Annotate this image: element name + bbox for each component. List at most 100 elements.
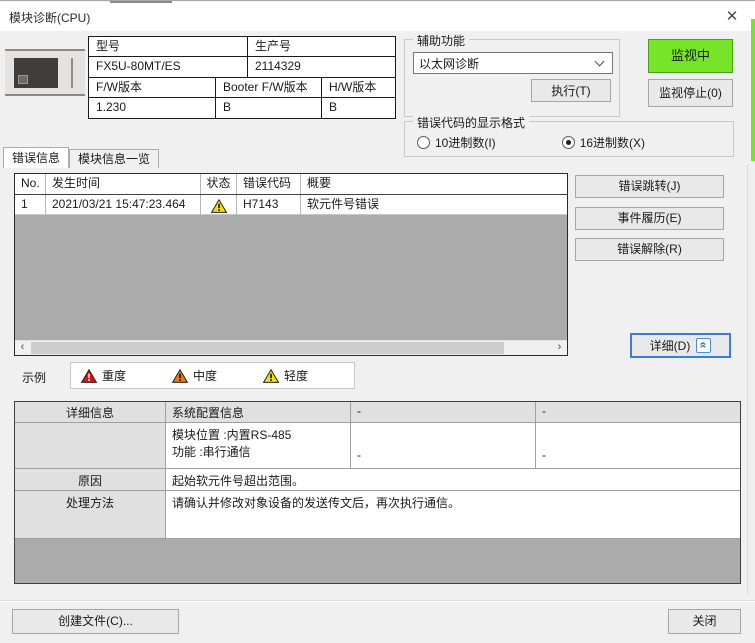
aux-function-label: 辅助功能: [413, 32, 469, 49]
radio-circle-icon: [417, 136, 430, 149]
background-window-edge: [747, 164, 748, 594]
hw-version-label: H/W版本: [322, 78, 395, 98]
radio-decimal-label: 10进制数(I): [435, 134, 496, 151]
error-no: 1: [15, 195, 46, 215]
tab-error-info[interactable]: 错误信息: [3, 147, 69, 168]
col-header-summary: 概要: [301, 174, 567, 194]
chevron-down-icon: [595, 57, 605, 67]
serial-label: 生产号: [248, 37, 395, 57]
monitor-stop-button[interactable]: 监视停止(0): [648, 79, 733, 107]
dash-cell: -: [536, 423, 740, 468]
radio-hexadecimal[interactable]: 16进制数(X): [562, 134, 645, 151]
detail-row-cause: 原因 起始软元件号超出范围。: [15, 469, 740, 491]
module-slot-graphic: [71, 58, 73, 88]
error-code: H7143: [237, 195, 301, 215]
error-summary: 软元件号错误: [301, 195, 567, 215]
detail-table-empty-area: [15, 539, 740, 583]
radio-decimal[interactable]: 10进制数(I): [417, 134, 496, 151]
legend-minor-label: 轻度: [284, 367, 308, 384]
create-file-button[interactable]: 创建文件(C)...: [12, 609, 179, 634]
execute-button[interactable]: 执行(T): [531, 79, 611, 102]
legend-item-minor: 轻度: [263, 367, 308, 384]
legend-item-severe: 重度: [81, 367, 126, 384]
background-window-artifact: [110, 1, 172, 3]
model-value: FX5U-80MT/ES: [89, 57, 248, 77]
serial-value: 2114329: [248, 57, 395, 77]
aux-function-group: 辅助功能 以太网诊断 执行(T): [404, 39, 620, 117]
error-table-header: No. 发生时间 状态 错误代码 概要: [15, 174, 567, 195]
detail-toggle-button[interactable]: 详细(D) «: [630, 333, 731, 358]
module-info-table: 型号 生产号 FX5U-80MT/ES 2114329 F/W版本 Booter…: [88, 36, 396, 119]
action-text: 请确认并修改对象设备的发送传文后，再次执行通信。: [166, 491, 740, 538]
fw-version-value: 1.230: [89, 98, 216, 118]
event-history-button[interactable]: 事件履历(E): [575, 207, 724, 230]
scrollbar-thumb[interactable]: [31, 342, 504, 354]
dash-cell: -: [351, 423, 536, 468]
legend-item-moderate: 中度: [172, 367, 217, 384]
error-jump-button[interactable]: 错误跳转(J): [575, 175, 724, 198]
warning-moderate-icon: [172, 369, 188, 383]
detail-row-module: 模块位置 :内置RS-485 功能 :串行通信 - -: [15, 423, 740, 469]
action-header: 处理方法: [15, 491, 166, 538]
close-dialog-button[interactable]: 关闭: [668, 609, 741, 634]
module-body-graphic: [14, 58, 58, 88]
error-time: 2021/03/21 15:47:23.464: [46, 195, 201, 215]
error-list-table: No. 发生时间 状态 错误代码 概要 1 2021/03/21 15:47:2…: [14, 173, 568, 356]
footer-divider: [0, 600, 755, 602]
scroll-left-icon[interactable]: ‹: [15, 341, 30, 355]
legend-moderate-label: 中度: [193, 367, 217, 384]
monitoring-status-button[interactable]: 监视中: [648, 39, 733, 73]
aux-function-dropdown[interactable]: 以太网诊断: [413, 52, 613, 74]
detail-row-action: 处理方法 请确认并修改对象设备的发送传文后，再次执行通信。: [15, 491, 740, 539]
collapse-chevron-icon: «: [696, 338, 711, 353]
col-header-status: 状态: [201, 174, 237, 194]
horizontal-scrollbar[interactable]: ‹ ›: [15, 340, 567, 355]
warning-minor-icon: [211, 199, 227, 213]
warning-minor-icon: [263, 369, 279, 383]
error-code-format-group: 错误代码的显示格式 10进制数(I) 16进制数(X): [404, 121, 734, 157]
title-bar: 模块诊断(CPU) ✕: [0, 2, 755, 31]
warning-severe-icon: [81, 369, 97, 383]
detail-row-system: 详细信息 系统配置信息 - -: [15, 402, 740, 423]
booter-version-value: B: [216, 98, 322, 118]
window-title: 模块诊断(CPU): [9, 9, 90, 26]
dash-cell: -: [351, 402, 536, 422]
fw-version-label: F/W版本: [89, 78, 216, 98]
error-detail-table: 详细信息 系统配置信息 - - 模块位置 :内置RS-485 功能 :串行通信 …: [14, 401, 741, 584]
module-position-line: 模块位置 :内置RS-485: [172, 426, 344, 443]
aux-function-selected: 以太网诊断: [414, 55, 596, 72]
detail-button-label: 详细(D): [650, 337, 691, 354]
error-status-cell: [201, 195, 237, 215]
booter-version-label: Booter F/W版本: [216, 78, 322, 98]
system-config-cell: 系统配置信息: [166, 402, 351, 422]
legend-severe-label: 重度: [102, 367, 126, 384]
radio-circle-selected-icon: [562, 136, 575, 149]
error-code-format-label: 错误代码的显示格式: [413, 114, 529, 131]
detail-info-header: 详细信息: [15, 402, 166, 422]
model-label: 型号: [89, 37, 248, 57]
col-header-no: No.: [15, 174, 46, 194]
cause-text: 起始软元件号超出范围。: [166, 469, 740, 490]
dash-cell: -: [536, 402, 740, 422]
table-row[interactable]: 1 2021/03/21 15:47:23.464 H7143 软元件号错误: [15, 195, 567, 215]
hw-version-value: B: [322, 98, 395, 118]
detail-info-header-cont: [15, 423, 166, 468]
module-diagnostics-window: 模块诊断(CPU) ✕ 型号 生产号 FX5U-80MT/ES 2114329 …: [0, 0, 755, 643]
col-header-code: 错误代码: [237, 174, 301, 194]
cause-header: 原因: [15, 469, 166, 490]
tab-module-info-list[interactable]: 模块信息一览: [69, 149, 159, 168]
legend-label: 示例: [22, 369, 46, 386]
tab-bar: 错误信息 模块信息一览: [3, 147, 159, 168]
module-image: [5, 49, 85, 96]
error-clear-button[interactable]: 错误解除(R): [575, 238, 724, 261]
severity-legend: 重度 中度 轻度: [70, 362, 355, 389]
module-port-graphic: [18, 75, 28, 84]
scroll-right-icon[interactable]: ›: [552, 341, 567, 355]
module-position-cell: 模块位置 :内置RS-485 功能 :串行通信: [166, 423, 351, 468]
background-window-sliver: [751, 19, 755, 161]
module-function-line: 功能 :串行通信: [172, 443, 344, 460]
radio-hexadecimal-label: 16进制数(X): [580, 134, 645, 151]
close-icon[interactable]: ✕: [717, 5, 747, 29]
col-header-time: 发生时间: [46, 174, 201, 194]
error-table-empty-area: [15, 215, 567, 340]
